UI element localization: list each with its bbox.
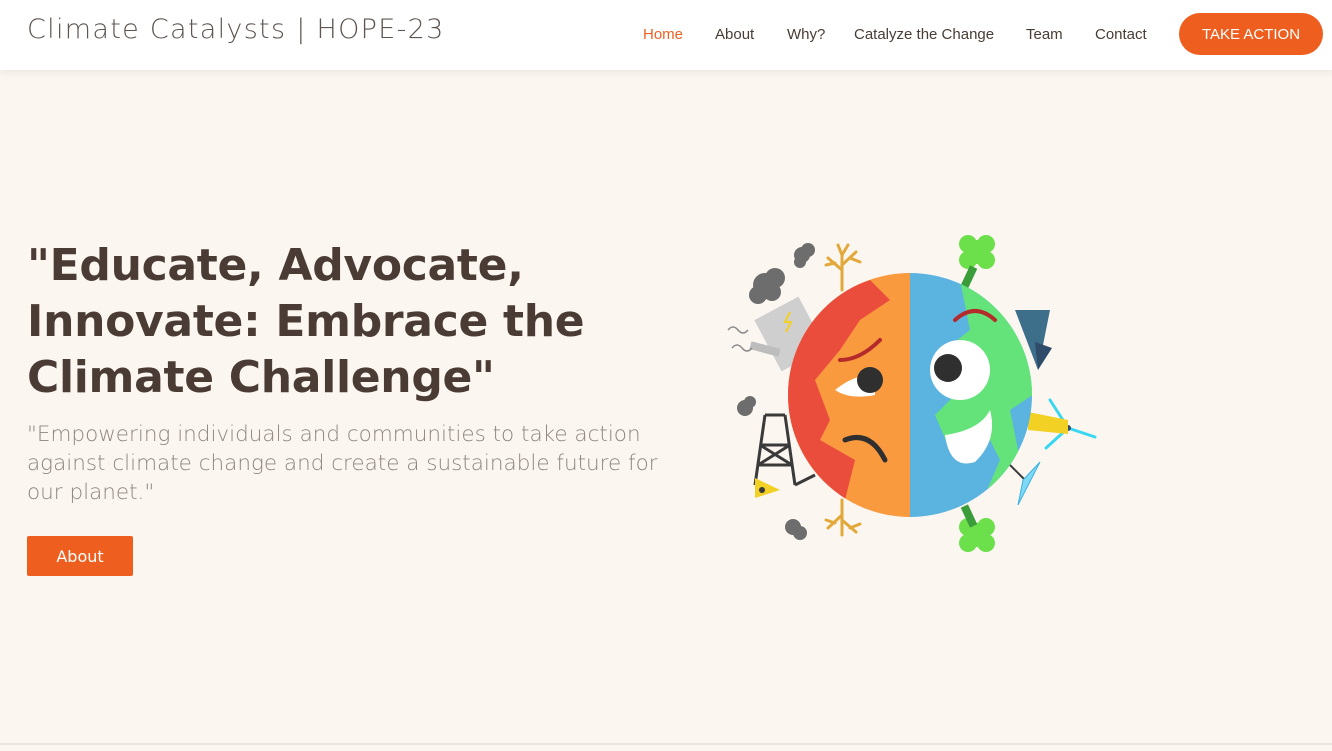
hero-subtitle: "Empowering individuals and communities … — [27, 422, 658, 505]
globe — [788, 273, 1032, 517]
dry-tree-bottom — [824, 498, 862, 537]
earth-illustration-svg — [727, 235, 1097, 552]
section-divider — [0, 743, 1332, 745]
earth-illustration — [720, 230, 1110, 560]
hero-title: "Educate, Advocate, Innovate: Embrace th… — [27, 240, 585, 403]
main-nav: Home About Why? Catalyze the Change Team… — [0, 26, 1332, 46]
nav-contact[interactable]: Contact — [1095, 26, 1147, 43]
turbine-base — [1028, 412, 1068, 434]
nav-home[interactable]: Home — [643, 26, 683, 43]
nav-team[interactable]: Team — [1026, 26, 1063, 43]
pump-wedge — [755, 478, 780, 498]
solar-panel — [1009, 461, 1041, 506]
top-navbar: Climate Catalysts | HOPE-23 Home About W… — [0, 0, 1332, 70]
nav-why[interactable]: Why? — [787, 26, 825, 43]
take-action-button[interactable]: TAKE ACTION — [1179, 13, 1323, 55]
nav-catalyze-the-change[interactable]: Catalyze the Change — [854, 26, 994, 43]
dry-tree-top — [824, 243, 862, 292]
nav-about[interactable]: About — [715, 26, 754, 43]
about-button[interactable]: About — [27, 536, 133, 576]
